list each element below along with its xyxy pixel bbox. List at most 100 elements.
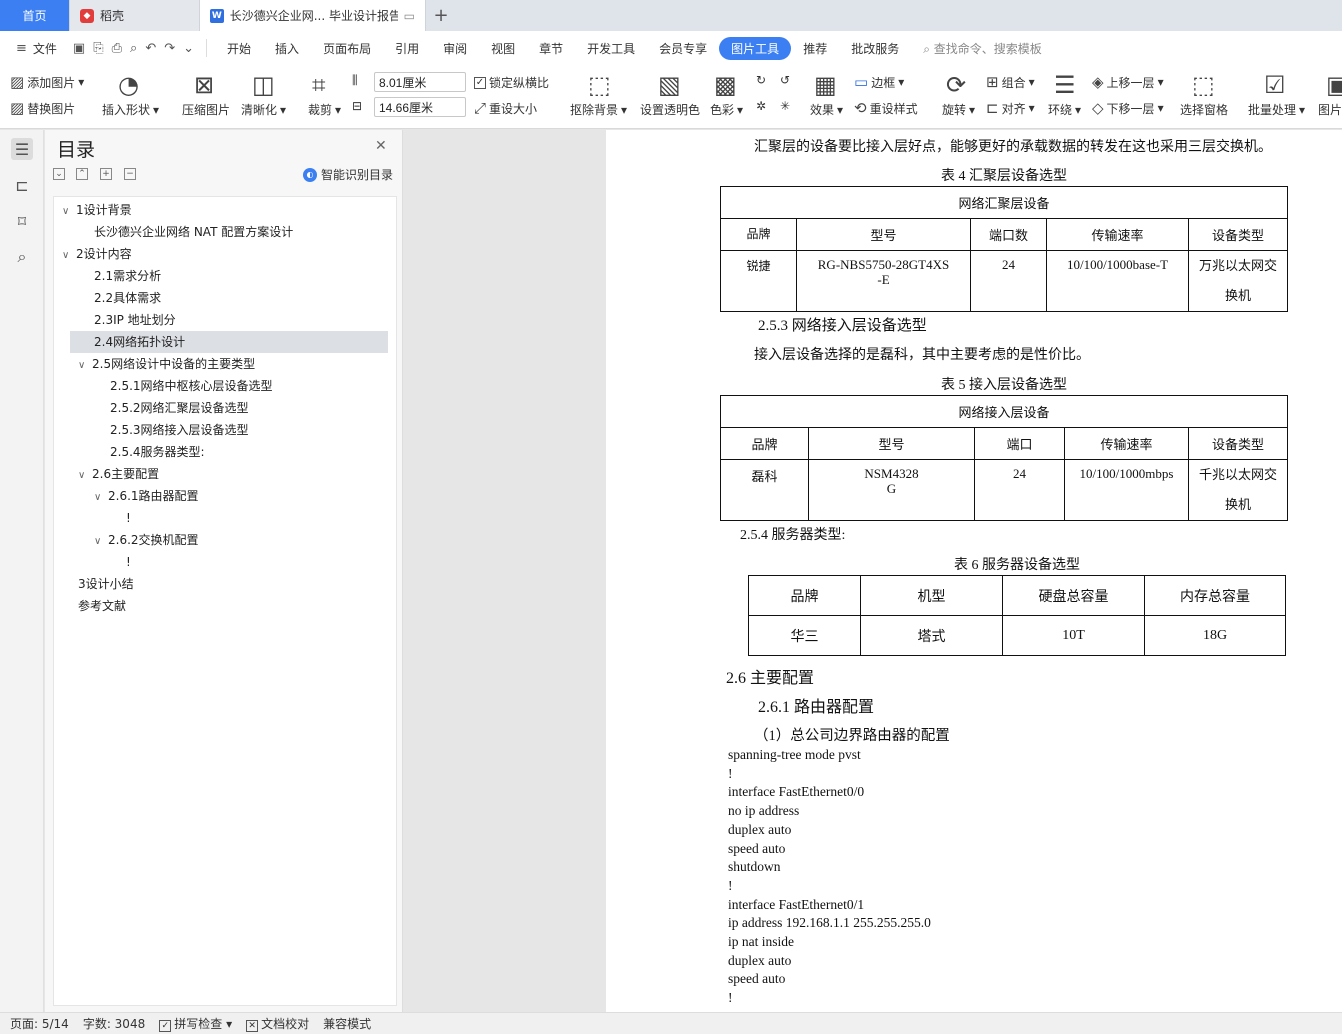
batch-process-button[interactable]: 批量处理 ▾ (1248, 101, 1305, 118)
align-button[interactable]: ⊏ 对齐 ▾ (986, 99, 1035, 117)
navigation-icon[interactable]: ⊏ (11, 174, 33, 196)
sharpen-button[interactable]: 清晰化 ▾ (241, 101, 286, 118)
sharpen-icon[interactable]: ◫ (252, 71, 275, 99)
document-page[interactable]: 汇聚层的设备要比接入层好点，能够更好的承载数据的转发在这也采用三层交换机。 表 … (606, 130, 1342, 1012)
rotate-button[interactable]: 旋转 ▾ (942, 101, 975, 118)
effect-icon[interactable]: ▦ (814, 71, 837, 99)
toc-item[interactable]: ∨ 2.6.1路由器配置 (54, 485, 199, 507)
save-icon[interactable]: ▣ (69, 41, 89, 56)
more-icon[interactable]: ⌄ (179, 41, 198, 56)
tab-document[interactable]: W 长沙德兴企业网... 毕业设计报告 ▭ (200, 0, 426, 31)
chevron-down-icon[interactable]: ∨ (78, 465, 92, 487)
chevron-down-icon[interactable]: ∨ (62, 201, 76, 223)
screen-icon[interactable]: ▭ (404, 9, 415, 23)
toc-item[interactable]: 2.5.2网络汇聚层设备选型 (54, 397, 249, 419)
crop-icon[interactable]: ⌗ (312, 71, 326, 99)
toc-item[interactable]: ∨ 1设计背景 (54, 199, 132, 221)
color-button[interactable]: 色彩 ▾ (710, 101, 743, 118)
set-transparent-button[interactable]: 设置透明色 (640, 101, 700, 118)
brightness-up-icon[interactable]: ↻ (756, 73, 766, 87)
crop-button[interactable]: 裁剪 ▾ (308, 101, 341, 118)
toc-item[interactable]: ∨ 2.6.2交换机配置 (54, 529, 199, 551)
menu-item-image-tools[interactable]: 图片工具 (719, 36, 792, 60)
toc-item[interactable]: 2.5.4服务器类型: (54, 441, 205, 463)
add-image-button[interactable]: ▨ 添加图片 ▾ (10, 73, 84, 91)
toc-item[interactable]: ! (54, 551, 131, 573)
contrast-down-icon[interactable]: ✳ (780, 99, 790, 113)
color-icon[interactable]: ▩ (714, 71, 737, 99)
redo-icon[interactable]: ↷ (160, 41, 179, 56)
toc-item[interactable]: ∨ 2.6主要配置 (54, 463, 159, 485)
wrap-icon[interactable]: ☰ (1054, 71, 1076, 99)
menu-item-review-service[interactable]: 批改服务 (839, 40, 911, 57)
menu-item-5[interactable]: 视图 (479, 40, 527, 57)
word-count[interactable]: 字数: 3048 (83, 1015, 145, 1032)
image-more-button[interactable]: 图片 (1318, 101, 1342, 118)
bring-forward-button[interactable]: ◈ 上移一层 ▾ (1092, 73, 1164, 91)
page-indicator[interactable]: 页面: 5/14 (10, 1015, 69, 1032)
menu-item-7[interactable]: 开发工具 (575, 40, 647, 57)
menu-item-0[interactable]: 开始 (215, 40, 263, 57)
image-height-input[interactable] (374, 97, 466, 117)
menu-item-8[interactable]: 会员专享 (647, 40, 719, 57)
bookmark-icon[interactable]: ⌑ (11, 210, 33, 232)
hamburger-icon[interactable]: ≡ (12, 41, 31, 56)
reset-style-button[interactable]: ⟲ 重设样式 (854, 99, 918, 117)
selection-pane-icon[interactable]: ⬚ (1192, 71, 1215, 99)
menu-file[interactable]: 文件 (31, 40, 69, 57)
menu-item-6[interactable]: 章节 (527, 40, 575, 57)
chevron-down-icon[interactable]: ∨ (62, 245, 76, 267)
toc-item[interactable]: 2.1需求分析 (54, 265, 161, 287)
compress-image-icon[interactable]: ⊠ (194, 71, 214, 99)
remove-background-button[interactable]: 抠除背景 ▾ (570, 101, 627, 118)
compress-image-button[interactable]: 压缩图片 (182, 101, 230, 118)
rotate-icon[interactable]: ⟳ (946, 71, 966, 99)
toc-item[interactable]: 2.2具体需求 (54, 287, 161, 309)
command-search[interactable]: ⌕ 查找命令、搜索模板 (923, 40, 1042, 57)
wrap-button[interactable]: 环绕 ▾ (1048, 101, 1081, 118)
reset-size-button[interactable]: ⤢ 重设大小 (474, 99, 537, 117)
toc-item[interactable]: 2.5.3网络接入层设备选型 (54, 419, 249, 441)
brightness-down-icon[interactable]: ↺ (780, 73, 790, 87)
close-icon[interactable]: ✕ (375, 138, 387, 154)
menu-item-4[interactable]: 审阅 (431, 40, 479, 57)
preview-icon[interactable]: ⌕ (126, 41, 141, 56)
chevron-down-icon[interactable]: ∨ (94, 487, 108, 509)
expand-up-icon[interactable]: ⌃ (76, 168, 88, 180)
insert-shape-icon[interactable]: ◔ (118, 71, 139, 99)
set-transparent-icon[interactable]: ▧ (658, 71, 681, 99)
smart-toc-button[interactable]: ◐ 智能识别目录 (303, 166, 393, 183)
spell-check-button[interactable]: ✓ 拼写检查 ▾ (159, 1015, 232, 1032)
export-icon[interactable]: ⎘ (89, 41, 107, 56)
undo-icon[interactable]: ↶ (141, 41, 160, 56)
group-button[interactable]: ⊞ 组合 ▾ (986, 73, 1035, 91)
new-tab-button[interactable]: + (426, 0, 456, 31)
remove-heading-icon[interactable]: − (124, 168, 136, 180)
collapse-all-icon[interactable]: ⌄ (53, 168, 65, 180)
find-icon[interactable]: ⌕ (11, 246, 33, 268)
toc-item[interactable]: 2.3IP 地址划分 (54, 309, 176, 331)
toc-item[interactable]: 参考文献 (54, 595, 126, 617)
toc-panel-icon[interactable]: ☰ (11, 138, 33, 160)
toc-item[interactable]: 2.5.1网络中枢核心层设备选型 (54, 375, 273, 397)
print-icon[interactable]: ⎙ (108, 41, 126, 56)
insert-shape-button[interactable]: 插入形状 ▾ (102, 101, 159, 118)
image-width-input[interactable] (374, 72, 466, 92)
send-backward-button[interactable]: ◇ 下移一层 ▾ (1092, 99, 1164, 117)
effect-button[interactable]: 效果 ▾ (810, 101, 843, 118)
replace-image-button[interactable]: ▨ 替换图片 (10, 99, 75, 117)
menu-item-3[interactable]: 引用 (383, 40, 431, 57)
tab-daoke[interactable]: ◆ 稻壳 (70, 0, 200, 31)
toc-item[interactable]: 2.4网络拓扑设计 (70, 331, 388, 353)
toc-item[interactable]: ! (54, 507, 131, 529)
selection-pane-button[interactable]: 选择窗格 (1180, 101, 1228, 118)
border-button[interactable]: ▭ 边框 ▾ (854, 73, 904, 91)
proofread-button[interactable]: ✕ 文档校对 (246, 1015, 309, 1032)
menu-item-1[interactable]: 插入 (263, 40, 311, 57)
chevron-down-icon[interactable]: ∨ (78, 355, 92, 377)
image-more-icon[interactable]: ▣ (1326, 71, 1342, 99)
menu-item-recommend[interactable]: 推荐 (791, 40, 839, 57)
toc-item[interactable]: ∨ 2设计内容 (54, 243, 132, 265)
contrast-up-icon[interactable]: ✲ (756, 99, 766, 113)
tab-home[interactable]: 首页 (0, 0, 70, 31)
